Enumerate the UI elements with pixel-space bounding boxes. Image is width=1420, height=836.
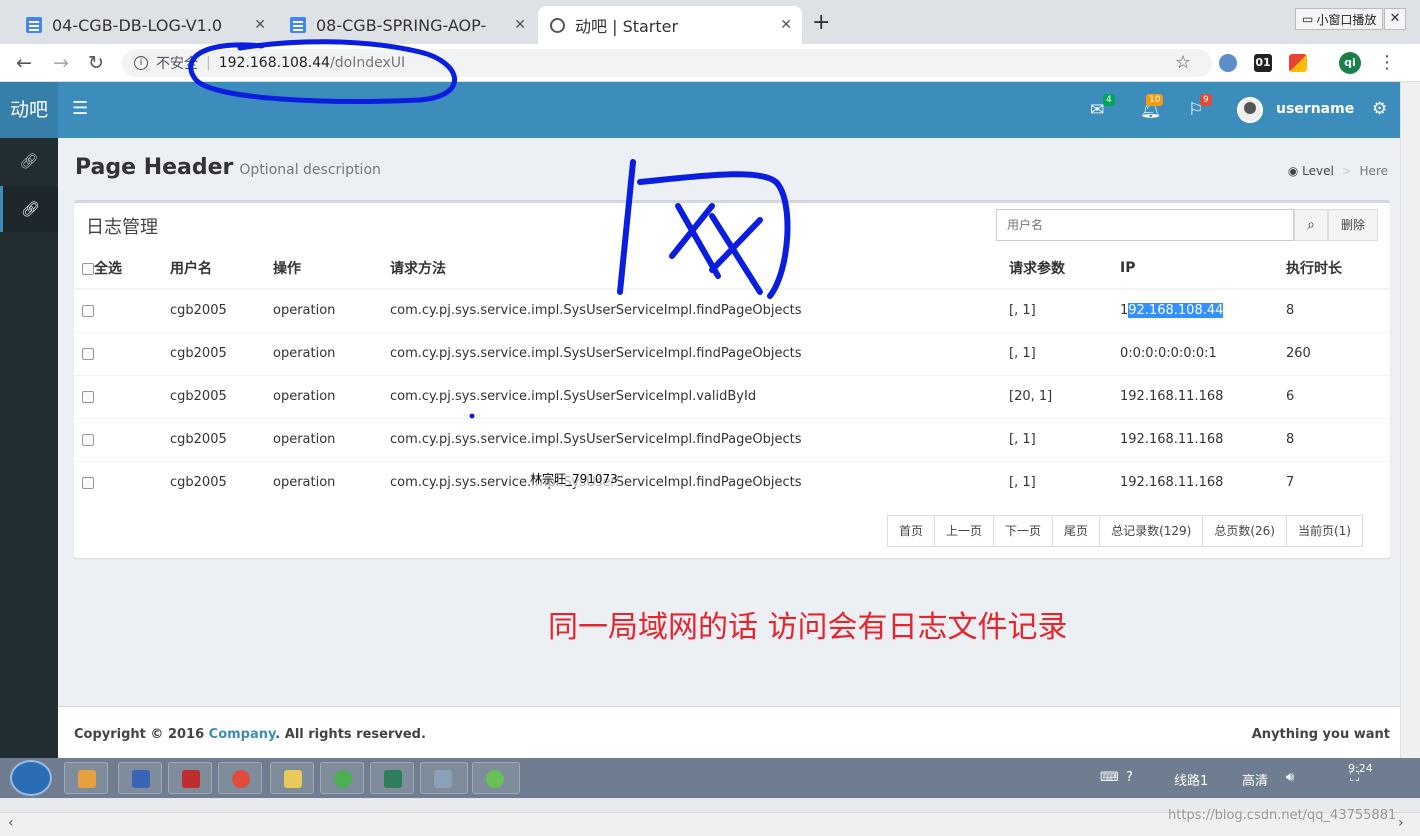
pen-circle-around-url (188, 39, 457, 104)
app-icon (434, 770, 452, 788)
taskbar-explorer[interactable] (270, 762, 314, 794)
app-icon (78, 770, 96, 788)
taskbar-app-6[interactable] (320, 762, 364, 794)
csdn-watermark: https://blog.csdn.net/qq_43755881 (1168, 808, 1397, 823)
pen-annotation-layer (188, 39, 791, 419)
taskbar-app-1[interactable] (64, 762, 108, 794)
keyboard-icon[interactable]: ⌨ (1100, 770, 1119, 785)
scroll-right-arrow-icon[interactable]: › (1398, 815, 1404, 831)
scroll-left-arrow-icon[interactable]: ‹ (8, 815, 14, 831)
app-icon (384, 770, 402, 788)
tray-route[interactable]: 线路1 (1174, 770, 1208, 789)
wechat-icon (486, 770, 504, 788)
windows-taskbar: ⌨ ? 线路1 高清 🔊︎ ⛶ 9:24 (0, 758, 1420, 798)
folder-icon (284, 770, 302, 788)
help-icon[interactable]: ? (1126, 770, 1133, 785)
volume-icon[interactable]: 🔊︎ (1286, 770, 1294, 785)
app-icon (132, 770, 150, 788)
pen-stroke-vertical (617, 159, 636, 295)
pen-stroke-box (637, 171, 791, 299)
pen-dot (469, 413, 475, 419)
start-button[interactable] (10, 760, 52, 796)
tray-quality[interactable]: 高清 (1242, 770, 1268, 789)
taskbar-wechat[interactable] (472, 762, 520, 794)
filezilla-icon (182, 770, 200, 788)
taskbar-chrome[interactable] (218, 762, 262, 794)
taskbar-app-2[interactable] (118, 762, 162, 794)
app-icon (334, 770, 352, 788)
chrome-icon (232, 770, 250, 788)
clock: 9:24 (1348, 762, 1373, 775)
taskbar-app-7[interactable] (370, 762, 414, 794)
taskbar-filezilla[interactable] (168, 762, 212, 794)
pen-stroke-x2 (709, 213, 763, 295)
taskbar-app-8[interactable] (420, 762, 468, 794)
